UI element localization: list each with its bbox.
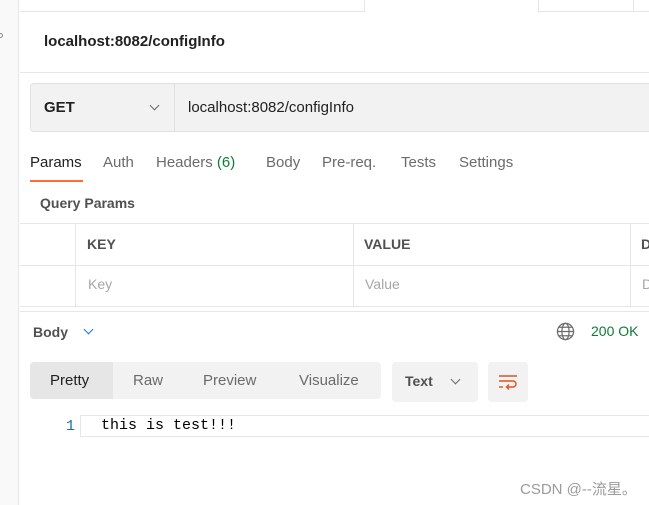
table-column-divider xyxy=(353,223,354,306)
chevron-down-icon[interactable] xyxy=(83,324,94,335)
tab-body[interactable]: Body xyxy=(266,154,300,171)
line-number: 1 xyxy=(66,418,76,435)
active-tab[interactable] xyxy=(365,0,539,13)
format-select[interactable]: Text xyxy=(392,362,478,402)
divider xyxy=(20,311,649,312)
value-input[interactable]: Value xyxy=(365,276,400,292)
format-label: Text xyxy=(405,373,433,389)
query-params-heading: Query Params xyxy=(40,195,135,211)
chevron-down-icon xyxy=(450,374,461,385)
column-header-value: VALUE xyxy=(364,236,411,252)
column-header-key: KEY xyxy=(87,236,116,252)
tab-pre-request[interactable]: Pre-req. xyxy=(322,154,376,171)
table-border xyxy=(20,265,649,266)
column-header-description: D xyxy=(641,236,649,252)
headers-count: (6) xyxy=(216,154,236,171)
status-badge: 200 OK xyxy=(591,323,639,339)
tab-auth[interactable]: Auth xyxy=(103,154,134,171)
url-input[interactable]: localhost:8082/configInfo xyxy=(188,99,354,116)
sidebar xyxy=(0,0,19,505)
tab-tests[interactable]: Tests xyxy=(401,154,436,171)
view-raw[interactable]: Raw xyxy=(133,372,163,389)
wrap-icon xyxy=(499,375,517,390)
tab-headers[interactable]: Headers (6) xyxy=(156,154,235,171)
table-column-divider xyxy=(630,223,631,306)
active-tab-indicator xyxy=(30,180,83,182)
response-body-select[interactable]: Body xyxy=(33,324,68,340)
view-pretty[interactable]: Pretty xyxy=(50,372,89,389)
tab-headers-label: Headers xyxy=(156,154,213,171)
tab[interactable] xyxy=(20,0,365,12)
table-column-divider xyxy=(75,223,76,306)
table-border xyxy=(20,223,649,224)
tab-bar xyxy=(20,0,649,13)
table-border xyxy=(20,306,649,307)
description-input[interactable]: D xyxy=(642,276,649,292)
tab-settings[interactable]: Settings xyxy=(459,154,513,171)
key-input[interactable]: Key xyxy=(88,276,112,292)
view-preview[interactable]: Preview xyxy=(203,372,256,389)
watermark: CSDN @--流星。 xyxy=(520,481,637,498)
request-title: localhost:8082/configInfo xyxy=(44,33,225,50)
view-visualize[interactable]: Visualize xyxy=(299,372,359,389)
tab[interactable] xyxy=(539,0,634,12)
tab-params[interactable]: Params xyxy=(30,154,82,171)
method-label: GET xyxy=(44,99,75,116)
globe-icon[interactable] xyxy=(556,322,575,341)
sidebar-icon xyxy=(0,33,3,38)
divider xyxy=(20,72,649,73)
response-body-line: this is test!!! xyxy=(80,415,649,437)
wrap-lines-button[interactable] xyxy=(488,362,528,402)
